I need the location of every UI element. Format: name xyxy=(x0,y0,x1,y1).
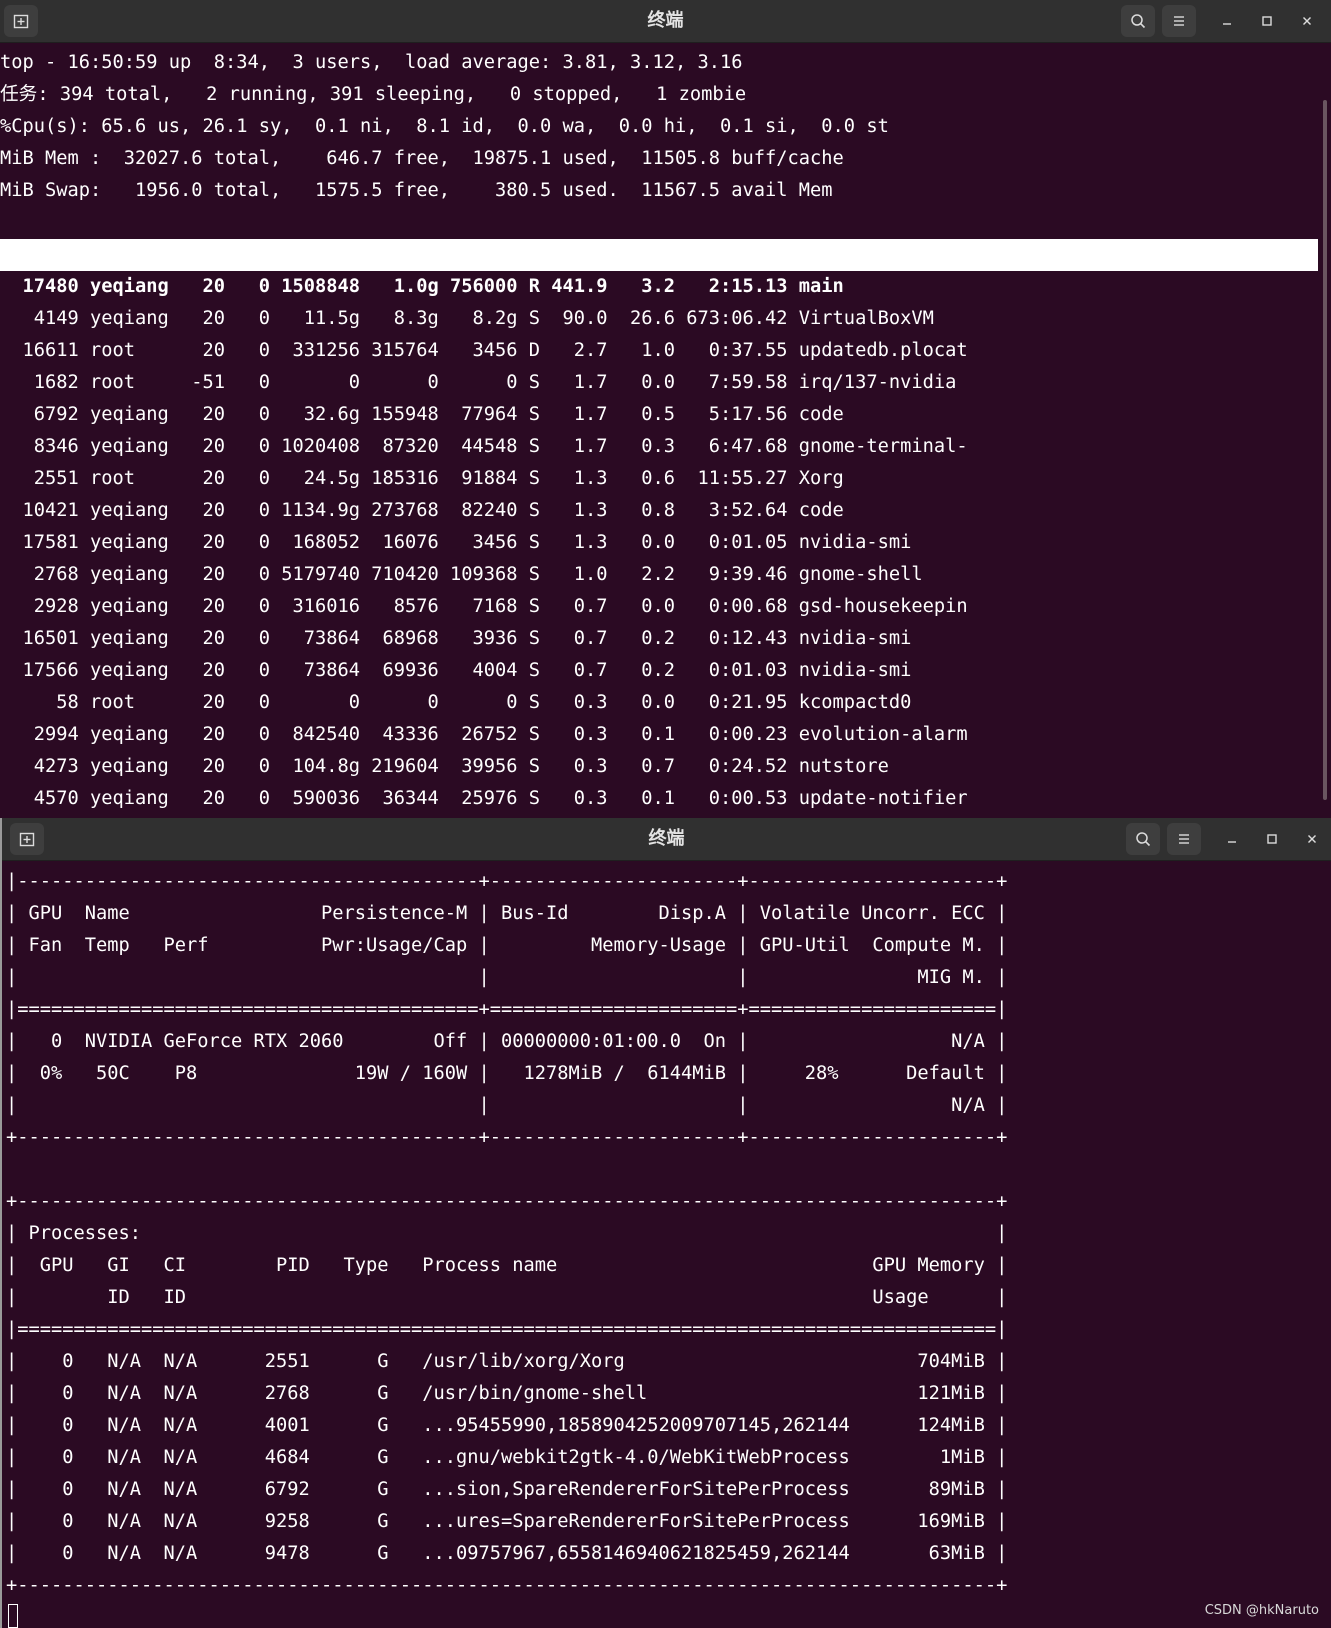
table-row: 17581 yeqiang 20 0 168052 16076 3456 S 1… xyxy=(0,532,912,553)
search-icon xyxy=(1136,832,1151,847)
watermark: CSDN @hkNaruto xyxy=(1204,1603,1319,1618)
gpu-process-row: | 0 N/A N/A 6792 G ...sion,SpareRenderer… xyxy=(6,1479,1008,1500)
table-row: 2551 root 20 0 24.5g 185316 91884 S 1.3 … xyxy=(0,468,844,489)
scrollbar[interactable] xyxy=(1323,100,1327,800)
gpu-process-row: | 0 N/A N/A 2551 G /usr/lib/xorg/Xorg 70… xyxy=(6,1351,1008,1372)
close-button[interactable] xyxy=(1295,823,1329,855)
terminal-window-bottom[interactable]: 终端 |------------------------------------… xyxy=(0,818,1331,1628)
titlebar[interactable]: 终端 xyxy=(2,818,1331,861)
nvidia-smi-line: | Processes: | xyxy=(6,1223,1008,1244)
top-swap-line: MiB Swap: 1956.0 total, 1575.5 free, 380… xyxy=(0,180,833,201)
nvidia-smi-line: | 0% 50C P8 19W / 160W | 1278MiB / 6144M… xyxy=(6,1063,1008,1084)
table-row: 2928 yeqiang 20 0 316016 8576 7168 S 0.7… xyxy=(0,596,968,617)
table-row: 16501 yeqiang 20 0 73864 68968 3936 S 0.… xyxy=(0,628,912,649)
gpu-process-row: | 0 N/A N/A 4684 G ...gnu/webkit2gtk-4.0… xyxy=(6,1447,1008,1468)
blank-line xyxy=(0,207,1331,239)
table-row: 6792 yeqiang 20 0 32.6g 155948 77964 S 1… xyxy=(0,404,844,425)
nvidia-smi-line: |---------------------------------------… xyxy=(6,871,1008,892)
nvidia-smi-line: +---------------------------------------… xyxy=(6,1191,1008,1212)
nvidia-smi-line: |=======================================… xyxy=(6,999,1008,1020)
top-cpu-line: %Cpu(s): 65.6 us, 26.1 sy, 0.1 ni, 8.1 i… xyxy=(0,116,889,137)
close-icon xyxy=(1308,835,1316,843)
process-table-header: 进程号 USER PR NI VIRT RES SHR %CPU %MEM TI… xyxy=(0,239,1318,271)
gpu-process-row: | 0 N/A N/A 2768 G /usr/bin/gnome-shell … xyxy=(6,1383,1008,1404)
minimize-button[interactable] xyxy=(1210,5,1244,37)
blank-line xyxy=(6,1154,1331,1186)
menu-button[interactable] xyxy=(1162,5,1196,37)
table-row: 17480 yeqiang 20 0 1508848 1.0g 756000 R… xyxy=(0,276,844,297)
table-row: 58 root 20 0 0 0 0 S 0.3 0.0 0:21.95 kco… xyxy=(0,692,912,713)
nvidia-smi-line: +---------------------------------------… xyxy=(6,1575,1008,1596)
terminal-output-top[interactable]: top - 16:50:59 up 8:34, 3 users, load av… xyxy=(0,42,1331,818)
top-uptime-line: top - 16:50:59 up 8:34, 3 users, load av… xyxy=(0,52,743,73)
titlebar[interactable]: 终端 xyxy=(0,0,1331,43)
nvidia-smi-line: |=======================================… xyxy=(6,1319,1008,1340)
menu-button[interactable] xyxy=(1167,823,1201,855)
search-button[interactable] xyxy=(1121,5,1155,37)
maximize-button[interactable] xyxy=(1250,5,1284,37)
table-row: 10421 yeqiang 20 0 1134.9g 273768 82240 … xyxy=(0,500,844,521)
gpu-process-row: | 0 N/A N/A 4001 G ...95455990,185890425… xyxy=(6,1415,1008,1436)
table-row: 2768 yeqiang 20 0 5179740 710420 109368 … xyxy=(0,564,923,585)
table-row: 4273 yeqiang 20 0 104.8g 219604 39956 S … xyxy=(0,756,889,777)
table-row: 8346 yeqiang 20 0 1020408 87320 44548 S … xyxy=(0,436,968,457)
maximize-icon xyxy=(1267,834,1277,844)
minimize-icon xyxy=(1223,23,1231,25)
hamburger-menu-icon xyxy=(1174,16,1184,26)
search-icon xyxy=(1131,14,1146,29)
table-row: 4149 yeqiang 20 0 11.5g 8.3g 8.2g S 90.0… xyxy=(0,308,934,329)
nvidia-smi-line: +---------------------------------------… xyxy=(6,1127,1008,1148)
table-row: 2994 yeqiang 20 0 842540 43336 26752 S 0… xyxy=(0,724,968,745)
nvidia-smi-line: | 0 NVIDIA GeForce RTX 2060 Off | 000000… xyxy=(6,1031,1008,1052)
nvidia-smi-line: | | | MIG M. | xyxy=(6,967,1008,988)
nvidia-smi-line: | ID ID Usage | xyxy=(6,1287,1008,1308)
nvidia-smi-line: | GPU GI CI PID Type Process name GPU Me… xyxy=(6,1255,1008,1276)
top-mem-line: MiB Mem : 32027.6 total, 646.7 free, 198… xyxy=(0,148,844,169)
close-button[interactable] xyxy=(1290,5,1324,37)
terminal-window-top[interactable]: 终端 top - 16:50:59 up 8:34, 3 users, load… xyxy=(0,0,1331,818)
close-icon xyxy=(1303,17,1311,25)
search-button[interactable] xyxy=(1126,823,1160,855)
terminal-output-bottom[interactable]: |---------------------------------------… xyxy=(6,860,1331,1628)
top-tasks-line: 任务: 394 total, 2 running, 391 sleeping, … xyxy=(0,84,747,105)
gpu-process-row: | 0 N/A N/A 9258 G ...ures=SpareRenderer… xyxy=(6,1511,1008,1532)
terminal-cursor xyxy=(8,1604,18,1628)
nvidia-smi-line: | Fan Temp Perf Pwr:Usage/Cap | Memory-U… xyxy=(6,935,1008,956)
hamburger-menu-icon xyxy=(1179,834,1189,844)
table-row: 17566 yeqiang 20 0 73864 69936 4004 S 0.… xyxy=(0,660,912,681)
maximize-button[interactable] xyxy=(1255,823,1289,855)
minimize-icon xyxy=(1228,841,1236,843)
table-row: 16611 root 20 0 331256 315764 3456 D 2.7… xyxy=(0,340,968,361)
minimize-button[interactable] xyxy=(1215,823,1249,855)
nvidia-smi-line: | | | N/A | xyxy=(6,1095,1008,1116)
nvidia-smi-line: | GPU Name Persistence-M | Bus-Id Disp.A… xyxy=(6,903,1008,924)
table-row: 4570 yeqiang 20 0 590036 36344 25976 S 0… xyxy=(0,788,968,809)
maximize-icon xyxy=(1262,16,1272,26)
table-row: 1682 root -51 0 0 0 0 S 1.7 0.0 7:59.58 … xyxy=(0,372,957,393)
gpu-process-row: | 0 N/A N/A 9478 G ...09757967,655814694… xyxy=(6,1543,1008,1564)
